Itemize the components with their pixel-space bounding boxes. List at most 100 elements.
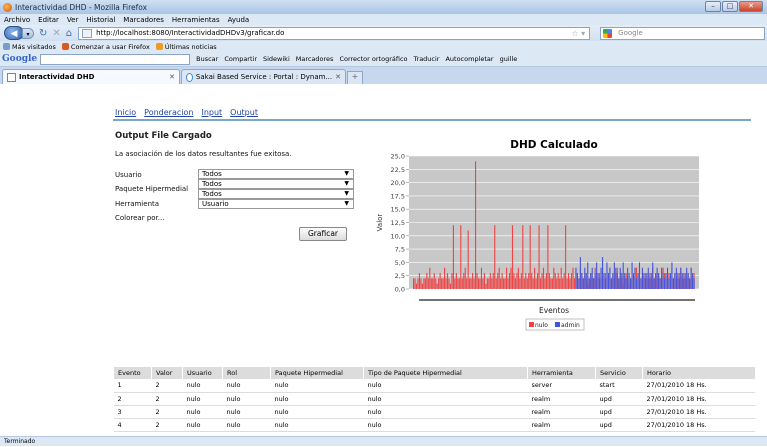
navigation-toolbar: ◀ ▾ ↻ ✕ ⌂ http://localhost:8080/Interact… (0, 25, 767, 41)
menu-herramientas[interactable]: Herramientas (172, 16, 220, 24)
google-traducir[interactable]: Traducir (414, 55, 440, 63)
bar-admin (668, 278, 670, 289)
tab-strip: Interactividad DHD ✕ Sakai Based Service… (0, 67, 767, 84)
usuario-select[interactable]: Todos ▼ (198, 169, 354, 179)
paquete-select[interactable]: Todos ▼ (198, 179, 354, 189)
search-box[interactable]: Google (600, 26, 766, 40)
menu-editar[interactable]: Editar (38, 16, 59, 24)
stop-icon[interactable]: ✕ (52, 28, 60, 39)
bar-admin (622, 262, 624, 289)
bar-nulo (503, 278, 505, 289)
home-icon[interactable]: ⌂ (66, 28, 72, 39)
menu-marcadores[interactable]: Marcadores (123, 16, 164, 24)
bookmark-most-visited[interactable]: Más visitados (3, 43, 56, 51)
google-corrector[interactable]: Corrector ortográfico (339, 55, 407, 63)
bar-admin (641, 267, 643, 289)
bar-admin (650, 273, 652, 289)
bar-admin (663, 278, 666, 289)
bar-nulo (559, 278, 561, 289)
google-autocompletar[interactable]: Autocompletar (445, 55, 493, 63)
herramienta-select[interactable]: Usuario ▼ (198, 199, 354, 209)
close-window-button[interactable]: ✕ (739, 1, 763, 12)
bar-admin (601, 257, 604, 289)
bar-nulo (526, 278, 528, 289)
table-row: 1 2 nulo nulo nulo nulo server start 27/01/2010 … (113, 379, 755, 393)
bar-nulo (472, 273, 474, 289)
bar-nulo (504, 278, 506, 289)
google-marcadores[interactable]: Marcadores (296, 55, 334, 63)
table-cell: 2 (151, 379, 183, 393)
close-tab-icon[interactable]: ✕ (169, 73, 175, 81)
y-tick-label: 7,5 (395, 246, 405, 254)
y-tick-label: 5,0 (395, 259, 405, 267)
bar-nulo (441, 278, 443, 289)
menu-historial[interactable]: Historial (86, 16, 115, 24)
bar-nulo (461, 278, 463, 289)
app-nav: Inicio Ponderacion Input Output (115, 108, 258, 117)
bar-nulo (435, 278, 437, 289)
bar-nulo (525, 273, 527, 289)
table-cell: 4 (113, 418, 152, 432)
bar-admin (677, 273, 679, 289)
firefox-icon (61, 43, 69, 50)
tab-sakai[interactable]: Sakai Based Service : Portal : Dynam... … (181, 69, 346, 84)
graficar-button[interactable]: Graficar (299, 227, 347, 241)
nav-output[interactable]: Output (230, 108, 258, 117)
bar-admin (600, 267, 602, 289)
minimize-button[interactable]: – (705, 1, 721, 12)
google-account[interactable]: guille (500, 55, 518, 63)
dhd-chart: DHD Calculado 0,0 2,5 5,0 7,5 10,0 12,5 15,0 17,… (376, 139, 699, 331)
tipo-paquete-select[interactable]: Todos ▼ (198, 189, 354, 199)
forward-dropdown-icon[interactable]: ▾ (22, 27, 34, 39)
bar-nulo (532, 278, 534, 289)
bar-admin (674, 273, 676, 289)
nav-input[interactable]: Input (201, 108, 222, 117)
table-cell: 2 (151, 392, 183, 406)
success-message: La asociación de los datos resultantes f… (115, 150, 292, 158)
page-content: Inicio Ponderacion Input Output Output F… (0, 84, 767, 436)
bar-nulo (483, 273, 485, 289)
bar-admin (591, 267, 593, 289)
bar-admin (665, 273, 667, 289)
google-toolbar-search-input[interactable] (40, 53, 191, 65)
back-button[interactable]: ◀ (4, 26, 24, 40)
bar-admin (596, 262, 598, 289)
bar-nulo (565, 225, 567, 289)
reload-icon[interactable]: ↻ (39, 28, 47, 39)
nav-inicio[interactable]: Inicio (115, 108, 136, 117)
table-cell: realm (527, 405, 596, 419)
bar-nulo (520, 273, 522, 289)
bookmark-latest-news[interactable]: Últimas noticias (155, 43, 217, 51)
y-tick-label: 22,5 (391, 166, 405, 174)
table-cell: nulo (363, 379, 528, 393)
chart-title: DHD Calculado (510, 139, 597, 151)
close-tab-icon[interactable]: ✕ (335, 73, 341, 81)
google-compartir[interactable]: Compartir (224, 55, 257, 63)
bar-admin (593, 278, 595, 289)
url-bar[interactable]: http://localhost:8080/InteractividadDHDv… (78, 26, 591, 40)
table-cell: nulo (182, 392, 223, 406)
bookmark-star-icon[interactable]: ☆ ▾ (571, 29, 585, 38)
tab-interactividad[interactable]: Interactividad DHD ✕ (2, 69, 180, 84)
google-buscar[interactable]: Buscar (196, 55, 218, 63)
menu-archivo[interactable]: Archivo (4, 16, 30, 24)
column-header: Valor (151, 367, 183, 379)
table-cell: 27/01/2010 18 Hs. (642, 418, 755, 432)
bar-nulo (458, 278, 460, 289)
google-sidewiki[interactable]: Sidewiki (263, 55, 290, 63)
bar-admin (585, 273, 587, 289)
firefox-icon (3, 2, 12, 12)
bar-nulo (539, 278, 542, 289)
bar-nulo (514, 278, 516, 289)
bookmark-getting-started[interactable]: Comenzar a usar Firefox (61, 43, 150, 51)
bar-nulo (550, 278, 552, 289)
menu-ayuda[interactable]: Ayuda (228, 16, 250, 24)
nav-ponderacion[interactable]: Ponderacion (144, 108, 193, 117)
bar-admin (680, 267, 682, 289)
maximize-button[interactable]: □ (722, 1, 738, 12)
menu-ver[interactable]: Ver (67, 16, 78, 24)
new-tab-button[interactable]: + (347, 71, 363, 84)
nav-divider (113, 119, 751, 121)
bar-nulo (476, 273, 478, 289)
table-cell: 27/01/2010 18 Hs. (642, 379, 755, 393)
